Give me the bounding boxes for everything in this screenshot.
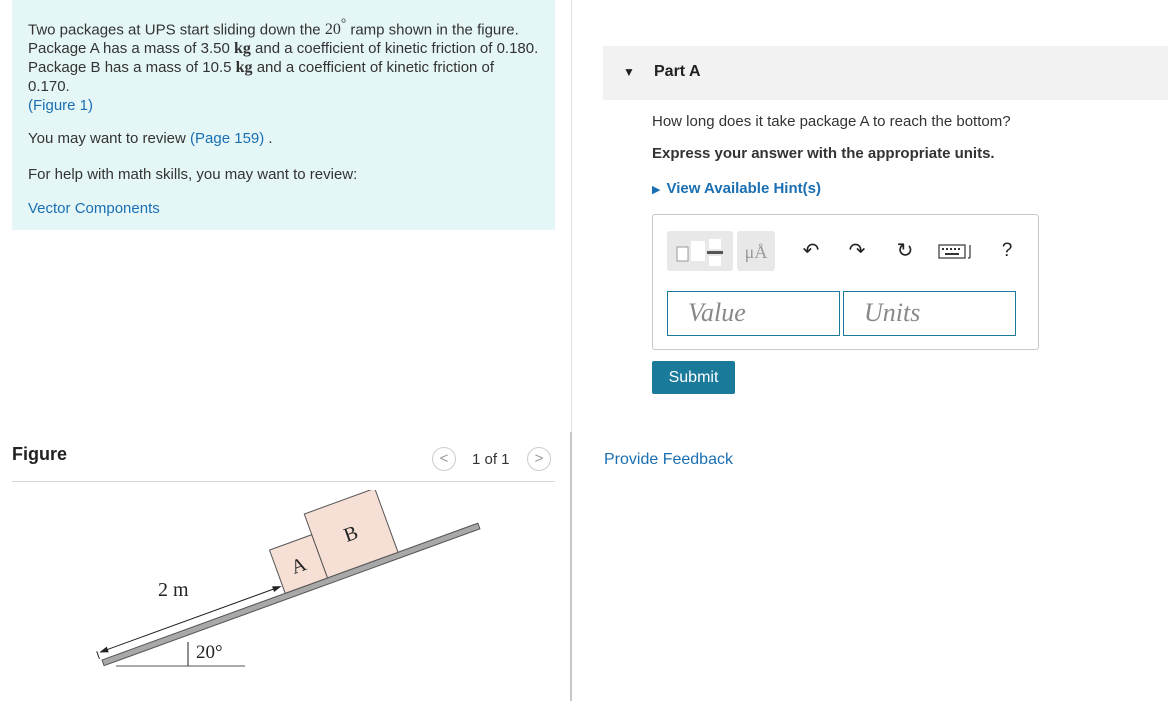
view-hints-link[interactable]: ▶ View Available Hint(s) bbox=[652, 180, 821, 197]
submit-button[interactable]: Submit bbox=[652, 361, 735, 394]
value-input[interactable]: Value bbox=[667, 291, 840, 336]
help-icon[interactable]: ? bbox=[993, 237, 1021, 265]
review-line: You may want to review (Page 159) . bbox=[28, 130, 273, 148]
template-icon bbox=[676, 239, 723, 266]
figure-link[interactable]: (Figure 1) bbox=[28, 97, 93, 114]
keyboard-icon[interactable] bbox=[937, 237, 977, 265]
provide-feedback-link[interactable]: Provide Feedback bbox=[604, 451, 733, 469]
ramp: A B bbox=[96, 490, 481, 667]
page-review-link[interactable]: (Page 159) bbox=[190, 130, 264, 147]
problem-statement: Two packages at UPS start sliding down t… bbox=[28, 16, 539, 115]
problem-panel: Two packages at UPS start sliding down t… bbox=[12, 0, 555, 230]
angle-value: 20° bbox=[324, 16, 347, 39]
figure-title: Figure bbox=[12, 444, 68, 464]
redo-icon[interactable]: ↷ bbox=[843, 237, 871, 265]
part-title: Part A bbox=[654, 63, 701, 80]
template-button[interactable] bbox=[667, 231, 733, 271]
distance-dimension bbox=[96, 586, 282, 659]
math-help-text: For help with math skills, you may want … bbox=[28, 166, 358, 184]
unit-kg: kg bbox=[233, 40, 251, 58]
instruction-text: Express your answer with the appropriate… bbox=[652, 145, 995, 162]
previous-figure-button[interactable]: < bbox=[432, 447, 456, 471]
ramp-figure: A B 2 m 20° bbox=[96, 490, 481, 667]
unit-kg: kg bbox=[235, 59, 253, 77]
undo-icon[interactable]: ↶ bbox=[797, 237, 825, 265]
figure-header: Figure < 1 of 1 > bbox=[12, 442, 555, 482]
vector-components-link[interactable]: Vector Components bbox=[28, 200, 160, 217]
collapse-caret-icon[interactable]: ▼ bbox=[623, 65, 635, 79]
units-input[interactable]: Units bbox=[843, 291, 1016, 336]
reset-icon[interactable]: ↻ bbox=[891, 237, 919, 265]
expand-caret-icon: ▶ bbox=[652, 184, 661, 196]
answer-box: μÅ ↶ ↷ ↻ ? Value Units bbox=[652, 214, 1039, 350]
question-text: How long does it take package A to reach… bbox=[652, 113, 1011, 130]
figure-pager: 1 of 1 bbox=[472, 451, 510, 468]
units-button[interactable]: μÅ bbox=[737, 231, 775, 271]
column-divider-accent bbox=[570, 432, 572, 701]
angle-label: 20° bbox=[196, 642, 223, 663]
next-figure-button[interactable]: > bbox=[527, 447, 551, 471]
part-a-header[interactable]: ▼ Part A bbox=[603, 46, 1168, 100]
distance-label: 2 m bbox=[158, 579, 189, 601]
